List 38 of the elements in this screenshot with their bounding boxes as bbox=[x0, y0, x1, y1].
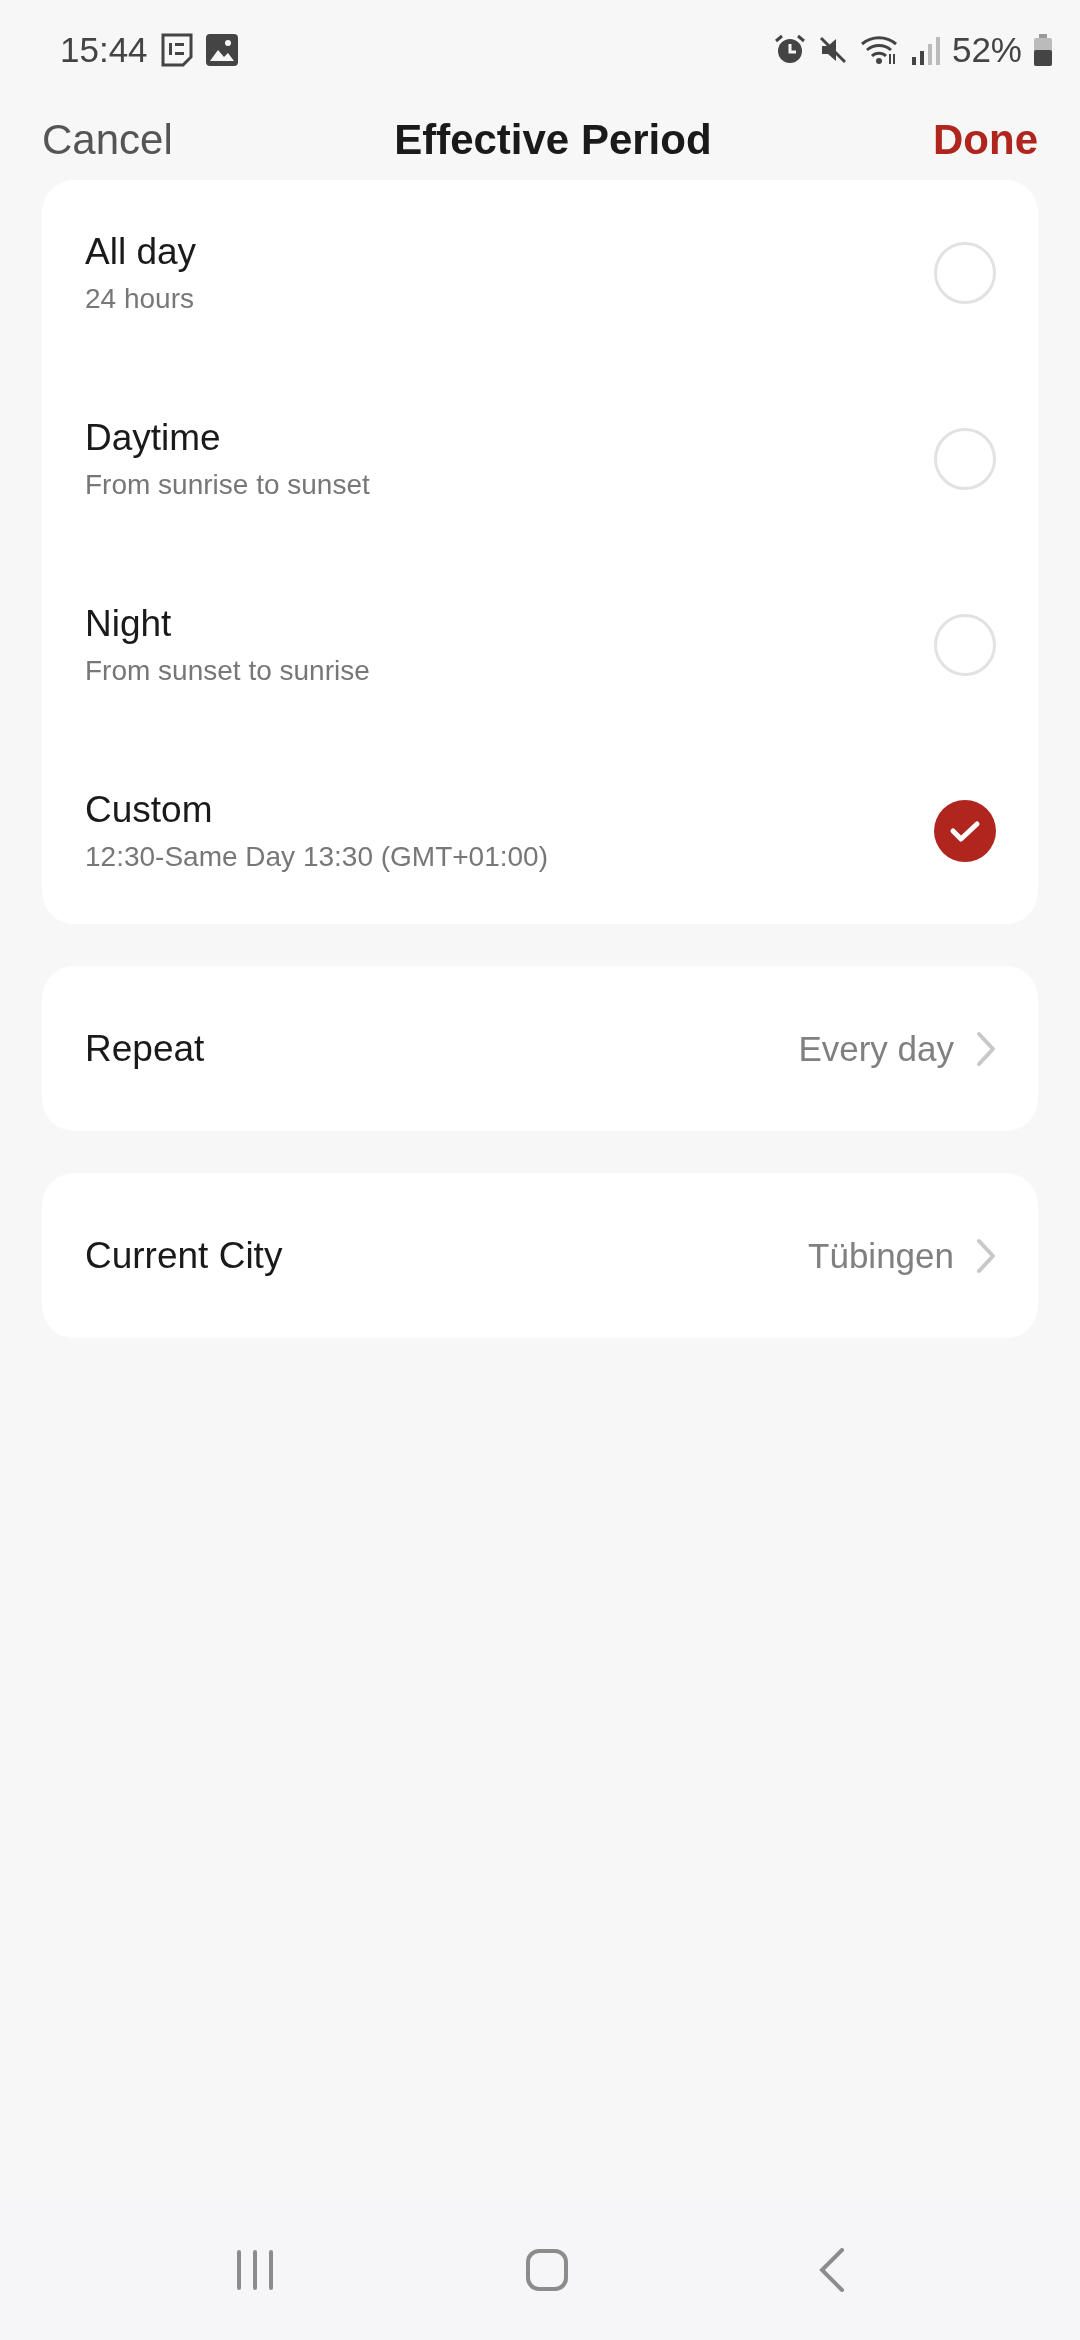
period-option[interactable]: Night From sunset to sunrise bbox=[42, 552, 1038, 738]
setting-value: Tübingen bbox=[808, 1235, 954, 1276]
option-title: Night bbox=[85, 603, 173, 645]
battery-icon bbox=[1034, 34, 1052, 66]
chevron-right-icon bbox=[976, 1237, 996, 1274]
option-subtitle: 24 hours bbox=[85, 283, 195, 315]
done-button[interactable]: Done bbox=[933, 116, 1038, 164]
setting-value: Every day bbox=[798, 1028, 954, 1069]
back-icon[interactable] bbox=[818, 2248, 845, 2292]
battery-percent: 52% bbox=[951, 30, 1022, 70]
chevron-right-icon bbox=[976, 1030, 996, 1067]
option-title: Daytime bbox=[85, 417, 222, 459]
option-subtitle: From sunrise to sunset bbox=[85, 469, 370, 501]
setting-row[interactable]: Repeat Every day bbox=[42, 966, 1038, 1131]
page-title: Effective Period bbox=[394, 116, 712, 164]
option-title: All day bbox=[85, 231, 197, 273]
period-option[interactable]: Custom 12:30-Same Day 13:30 (GMT+01:00) bbox=[42, 738, 1038, 924]
period-option[interactable]: All day 24 hours bbox=[42, 180, 1038, 366]
recent-apps-icon[interactable] bbox=[235, 2249, 276, 2291]
home-icon[interactable] bbox=[526, 2249, 568, 2291]
setting-label: Current City bbox=[85, 1234, 284, 1277]
radio-button[interactable] bbox=[934, 614, 996, 676]
alarm-icon bbox=[773, 34, 806, 66]
option-title: Custom bbox=[85, 789, 214, 831]
setting-label: Repeat bbox=[85, 1027, 206, 1070]
radio-button[interactable] bbox=[934, 428, 996, 490]
signal-icon bbox=[911, 35, 940, 65]
radio-checked-icon[interactable] bbox=[934, 800, 996, 862]
option-subtitle: 12:30-Same Day 13:30 (GMT+01:00) bbox=[85, 841, 548, 873]
period-option[interactable]: Daytime From sunrise to sunset bbox=[42, 366, 1038, 552]
option-subtitle: From sunset to sunrise bbox=[85, 655, 370, 687]
radio-button[interactable] bbox=[934, 242, 996, 304]
setting-row[interactable]: Current City Tübingen bbox=[42, 1173, 1038, 1338]
mute-icon bbox=[817, 35, 848, 65]
cancel-button[interactable]: Cancel bbox=[42, 116, 173, 164]
image-icon bbox=[205, 34, 238, 66]
status-time: 15:44 bbox=[60, 30, 148, 70]
calendar-icon bbox=[159, 32, 194, 68]
